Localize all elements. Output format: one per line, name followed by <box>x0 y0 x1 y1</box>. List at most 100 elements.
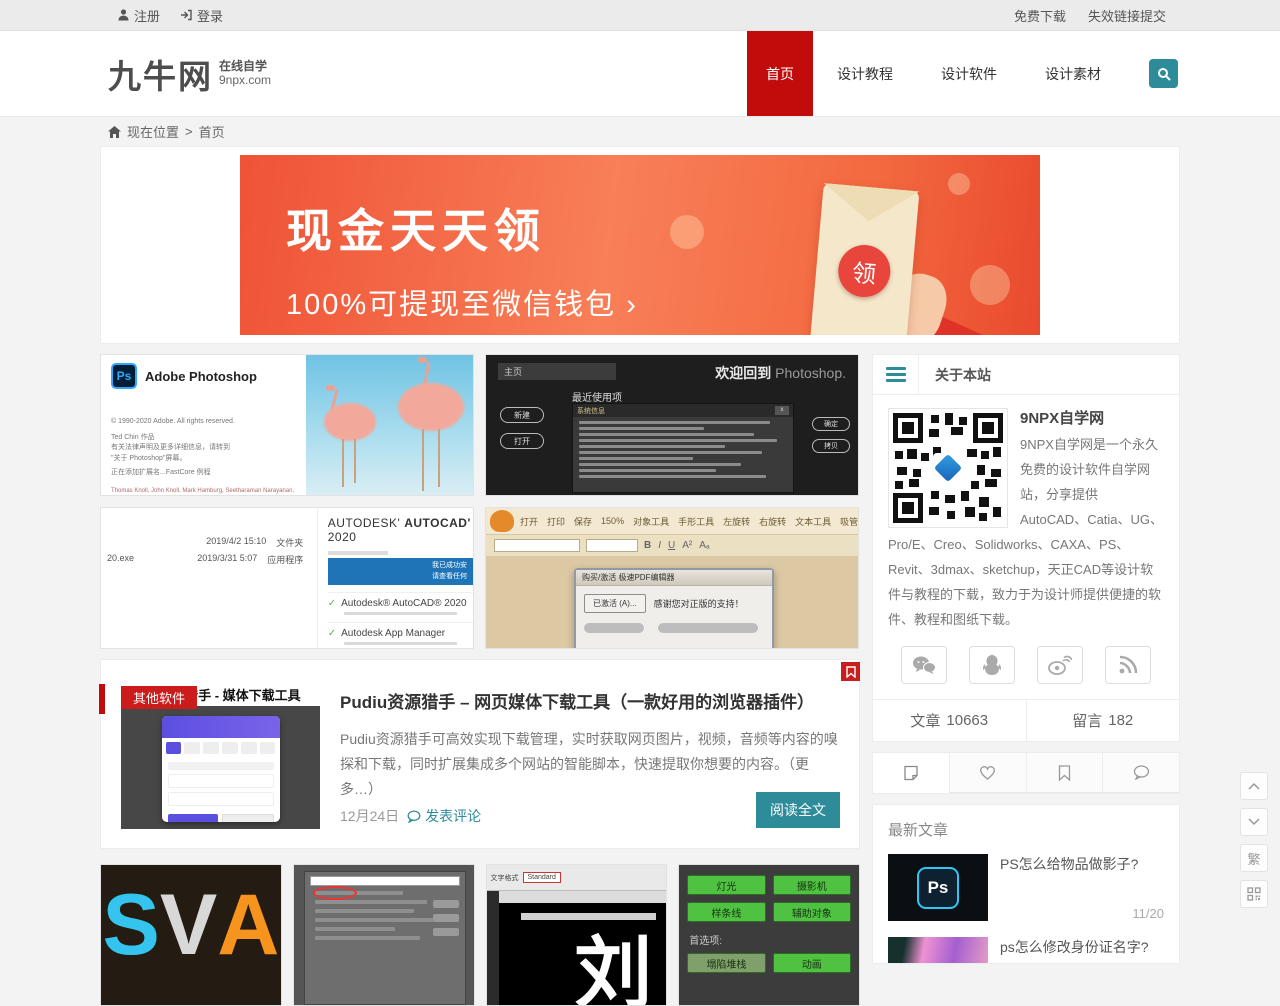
article-excerpt: Pudiu资源猎手可高效实现下载管理，实时获取网页图片，视频，音频等内容的嗅探和… <box>340 727 839 802</box>
ps-open-button: 打开 <box>500 433 544 449</box>
stat-articles-count: 10663 <box>946 712 988 729</box>
ps-new-button: 新建 <box>500 407 544 423</box>
about-widget-title: 关于本站 <box>935 365 991 385</box>
hamburger-menu-icon[interactable] <box>873 355 919 394</box>
chevron-down-icon <box>1248 818 1260 826</box>
pdf-logo-icon <box>490 510 514 532</box>
promo-banner[interactable]: 领 现金天天领 100%可提现至微信钱包 › <box>240 155 1040 335</box>
free-download-link[interactable]: 免费下载 <box>1014 6 1066 25</box>
recent-posts-heading: 最新文章 <box>888 819 1164 840</box>
qr-center-logo <box>933 453 963 483</box>
scroll-top-button[interactable] <box>1240 772 1268 800</box>
stat-comments: 留言 182 <box>1027 700 1180 741</box>
site-stats: 文章 10663 留言 182 <box>873 699 1179 741</box>
pdf-activation-dialog: 购买/激活 极速PDF编辑器 已激活 (A)... 感谢您对正版的支持！ <box>574 568 774 649</box>
tab-popular[interactable] <box>949 753 1026 793</box>
sidebar: 关于本站 <box>872 354 1180 964</box>
tab-latest-posts[interactable] <box>873 753 949 793</box>
recent-posts-widget: 最新文章 Ps PS怎么给物品做影子? 11/20 ps怎么修改身份证名字? <box>872 804 1180 964</box>
coin-decoration <box>670 215 704 249</box>
login-link[interactable]: 登录 <box>180 6 223 25</box>
home-icon <box>108 126 121 138</box>
banner-subline: 100%可提现至微信钱包 <box>286 289 616 321</box>
banner-headline: 现金天天领 <box>286 195 638 261</box>
system-info-dialog: 系统信息x <box>572 403 794 493</box>
article-thumbnail[interactable]: Pudiu资源猎手 - 媒体下载工具 其他软件 <box>121 680 320 829</box>
sign-in-icon <box>180 9 192 21</box>
nav-item-home[interactable]: 首页 <box>747 31 813 116</box>
wechat-icon <box>912 655 936 675</box>
bookmark-button[interactable] <box>841 662 860 681</box>
stat-articles: 文章 10663 <box>873 700 1027 741</box>
banner-arrow: › <box>626 289 638 321</box>
post-thumb-photoshop-splash[interactable]: Ps Adobe Photoshop © 1990-2020 Adobe. Al… <box>100 354 474 496</box>
banner-panel: 领 现金天天领 100%可提现至微信钱包 › <box>100 146 1180 344</box>
weibo-button[interactable] <box>1037 646 1083 684</box>
read-more-button[interactable]: 阅读全文 <box>756 792 840 828</box>
chevron-up-icon <box>1248 782 1260 790</box>
bookmark-outline-icon <box>1058 765 1071 781</box>
breadcrumb-current[interactable]: 首页 <box>199 122 225 141</box>
register-link[interactable]: 注册 <box>118 6 160 25</box>
post-thumb-cad-text[interactable]: 文字格式 Standard 刘 <box>486 864 668 1006</box>
nav-item-materials[interactable]: 设计素材 <box>1021 31 1125 116</box>
dead-link-submit-link[interactable]: 失效链接提交 <box>1088 6 1166 25</box>
ps-ok-button: 确定 <box>812 417 850 431</box>
note-icon <box>903 765 919 781</box>
activated-button: 已激活 (A)... <box>584 594 646 613</box>
recent-post-item[interactable]: Ps PS怎么给物品做影子? 11/20 <box>888 854 1164 921</box>
nav-item-software[interactable]: 设计软件 <box>917 31 1021 116</box>
recent-post-title[interactable]: ps怎么修改身份证名字? <box>1000 937 1164 957</box>
dialog-close-icon: x <box>775 406 789 415</box>
article-date: 12月24日 <box>340 806 399 826</box>
comments-link[interactable]: 发表评论 <box>407 806 481 826</box>
weibo-icon <box>1048 655 1072 675</box>
article-title[interactable]: Pudiu资源猎手 – 网页媒体下载工具（一款好用的浏览器插件） <box>340 688 839 713</box>
coin-decoration <box>970 265 1010 305</box>
banner-text: 现金天天领 100%可提现至微信钱包 › <box>286 195 638 323</box>
qq-icon <box>982 654 1002 676</box>
ps-copy-button: 拷贝 <box>812 439 850 453</box>
font-select <box>494 539 580 552</box>
qq-button[interactable] <box>969 646 1015 684</box>
search-button[interactable] <box>1149 59 1178 88</box>
pudiu-popup-graphic <box>162 716 280 822</box>
post-thumb-autocad[interactable]: 2019/4/2 15:10文件夹 20.exe2019/3/31 5:07应用… <box>100 507 474 649</box>
site-logo[interactable]: 九牛网 在线自学 9npx.com <box>100 50 271 98</box>
heart-icon <box>979 765 996 780</box>
post-thumb-ps-preferences[interactable] <box>293 864 475 1006</box>
category-tag[interactable]: 其他软件 <box>121 686 197 709</box>
post-thumb-photoshop-welcome[interactable]: 主页 欢迎回到 Photoshop. 最近使用项 新建 打开 系统信息x <box>485 354 859 496</box>
rss-icon <box>1118 655 1138 675</box>
comment-icon <box>407 810 421 823</box>
recent-post-thumbnail: Ps <box>888 854 988 921</box>
post-thumb-sva-icons[interactable]: S V A <box>100 864 282 1006</box>
bottom-thumbnail-row: S V A <box>100 864 860 1006</box>
breadcrumb-separator: > <box>185 124 193 139</box>
accent-bar <box>99 684 105 714</box>
size-select <box>586 539 638 552</box>
recent-post-title[interactable]: PS怎么给物品做影子? <box>1000 854 1164 874</box>
bookmark-icon <box>846 666 856 678</box>
red-envelope-graphic: 领 <box>809 183 920 335</box>
tab-bookmarks[interactable] <box>1026 753 1103 793</box>
qr-popup-button[interactable] <box>1240 880 1268 908</box>
post-thumbnail-grid: Ps Adobe Photoshop © 1990-2020 Adobe. Al… <box>100 354 860 649</box>
wechat-button[interactable] <box>901 646 947 684</box>
logo-tagline: 在线自学 <box>219 60 271 74</box>
post-thumb-3dsmax[interactable]: 灯光 摄影机 样条线 辅助对象 首选项: 塌陷堆栈 动画 <box>678 864 860 1006</box>
scroll-bottom-button[interactable] <box>1240 808 1268 836</box>
breadcrumb: 现在位置 > 首页 <box>0 117 1280 146</box>
stat-comments-count: 182 <box>1108 712 1133 729</box>
qr-code <box>888 408 1008 528</box>
tab-comments[interactable] <box>1102 753 1179 793</box>
floating-toolbar: 繁 <box>1240 772 1268 908</box>
about-widget: 关于本站 <box>872 354 1180 742</box>
post-thumb-pdf-editor[interactable]: 打开 打印 保存 150% 对象工具 手形工具 左旋转 右旋转 文本工具 吸管工… <box>485 507 859 649</box>
nav-item-tutorials[interactable]: 设计教程 <box>813 31 917 116</box>
rss-button[interactable] <box>1105 646 1151 684</box>
traditional-chinese-toggle[interactable]: 繁 <box>1240 844 1268 872</box>
social-links <box>873 632 1179 684</box>
recent-post-date: 11/20 <box>1000 906 1164 921</box>
search-icon <box>1157 67 1171 81</box>
